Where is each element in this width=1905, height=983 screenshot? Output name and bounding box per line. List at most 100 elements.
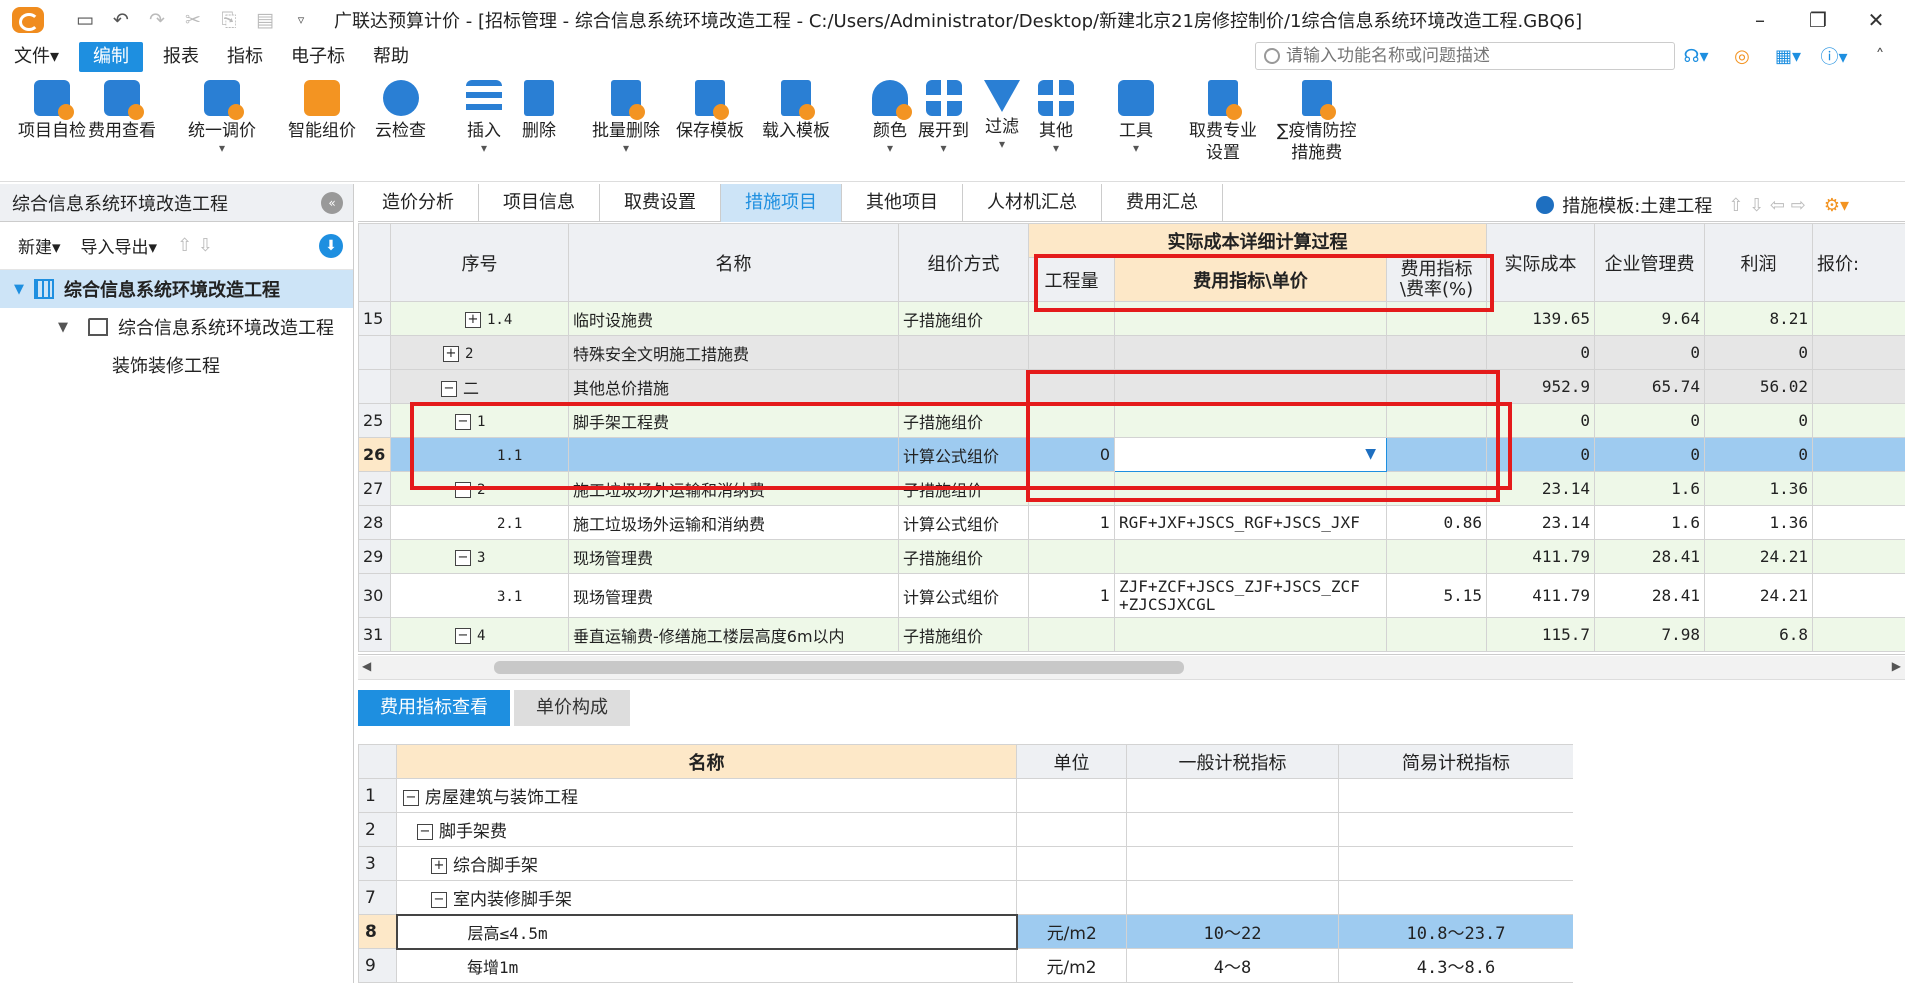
restore-button[interactable]: ❐ bbox=[1789, 0, 1847, 40]
epidemic-measures-button[interactable]: ∑疫情防控 措施费 bbox=[1277, 80, 1356, 164]
tab-unit-price-composition[interactable]: 单价构成 bbox=[514, 690, 630, 726]
rate-cell[interactable] bbox=[1386, 301, 1487, 336]
collapse-minus-icon[interactable]: − bbox=[455, 627, 471, 644]
menu-help[interactable]: 帮助 bbox=[359, 42, 423, 72]
col-fee-rate[interactable]: 费用指标\费率(%) bbox=[1386, 257, 1487, 302]
qty-cell[interactable]: 0 bbox=[1028, 437, 1115, 472]
rate-cell[interactable] bbox=[1386, 369, 1487, 404]
service-icon[interactable]: ◎ bbox=[1727, 44, 1757, 68]
new-button[interactable]: 新建▾ bbox=[18, 233, 61, 258]
rate-cell[interactable] bbox=[1386, 471, 1487, 506]
delete-button[interactable]: 删除 bbox=[522, 80, 556, 142]
customize-icon[interactable]: ▿ bbox=[290, 13, 312, 28]
table-row[interactable]: 30 3.1 现场管理费 计算公式组价 1 ZJF+ZCF+JSCS_ZJF+J… bbox=[358, 573, 1905, 618]
collapse-minus-icon[interactable]: − bbox=[441, 381, 457, 397]
project-check-button[interactable]: 项目自检 bbox=[18, 80, 86, 142]
qty-cell[interactable] bbox=[1028, 539, 1115, 574]
menu-file[interactable]: 文件▾ bbox=[0, 42, 73, 72]
scrollbar-thumb[interactable] bbox=[494, 661, 1184, 674]
expand-plus-icon[interactable]: + bbox=[431, 858, 447, 874]
rate-cell[interactable]: 0.86 bbox=[1386, 505, 1487, 540]
tab-labor-material[interactable]: 人材机汇总 bbox=[963, 184, 1102, 222]
tab-measures[interactable]: 措施项目 bbox=[721, 184, 842, 222]
qty-cell[interactable]: 1 bbox=[1028, 505, 1115, 540]
tab-fee-summary[interactable]: 费用汇总 bbox=[1102, 184, 1223, 222]
col-name[interactable]: 名称 bbox=[568, 223, 899, 302]
index-cell[interactable] bbox=[1114, 539, 1387, 574]
qty-cell[interactable]: 1 bbox=[1028, 573, 1115, 618]
index-cell[interactable] bbox=[1114, 335, 1387, 370]
search-input[interactable] bbox=[1286, 46, 1656, 66]
table-row[interactable]: 9 每增1m 元/m2 4～8 4.3～8.6 bbox=[358, 948, 1573, 983]
table-row[interactable]: 29 −3 现场管理费 子措施组价 411.79 28.41 24.21 4 bbox=[358, 539, 1905, 574]
rate-cell[interactable] bbox=[1386, 539, 1487, 574]
paste-icon[interactable]: ▤ bbox=[254, 9, 276, 31]
rate-cell[interactable] bbox=[1386, 335, 1487, 370]
scroll-right-icon[interactable]: ▶ bbox=[1892, 659, 1901, 673]
tab-fee-settings[interactable]: 取费设置 bbox=[600, 184, 721, 222]
measure-template-label[interactable]: 措施模板:土建工程 bbox=[1562, 192, 1712, 218]
expand-plus-icon[interactable]: + bbox=[465, 311, 481, 328]
col-name[interactable]: 名称 bbox=[396, 744, 1017, 779]
tree-node-project[interactable]: ▼ 综合信息系统环境改造工程 bbox=[0, 270, 353, 308]
import-export-button[interactable]: 导入导出▾ bbox=[81, 233, 158, 258]
expand-plus-icon[interactable]: + bbox=[443, 345, 459, 362]
info-icon[interactable]: ⓘ▾ bbox=[1819, 44, 1849, 68]
table-row[interactable]: +2 特殊安全文明施工措施费 0 0 0 bbox=[358, 335, 1905, 370]
tree-node-unit-project[interactable]: 装饰装修工程 bbox=[0, 346, 353, 384]
col-unit[interactable]: 单位 bbox=[1016, 744, 1127, 779]
qty-cell[interactable] bbox=[1028, 335, 1115, 370]
table-row[interactable]: 31 −4 垂直运输费-修缮施工楼层高度6m以内 子措施组价 115.7 7.9… bbox=[358, 617, 1905, 652]
horizontal-scrollbar[interactable]: ◀ ▶ bbox=[358, 656, 1905, 680]
apps-grid-icon[interactable]: ▦▾ bbox=[1773, 44, 1803, 68]
qty-cell[interactable] bbox=[1028, 369, 1115, 404]
tab-other-items[interactable]: 其他项目 bbox=[842, 184, 963, 222]
cut-icon[interactable]: ✂ bbox=[182, 9, 204, 31]
index-cell[interactable] bbox=[1114, 369, 1387, 404]
collapse-minus-icon[interactable]: − bbox=[455, 549, 471, 566]
table-row[interactable]: 28 2.1 施工垃圾场外运输和消纳费 计算公式组价 1 RGF+JXF+JSC… bbox=[358, 505, 1905, 540]
qty-cell[interactable] bbox=[1028, 617, 1115, 652]
expand-to-button[interactable]: 展开到 ▾ bbox=[918, 80, 969, 154]
save-template-button[interactable]: 保存模板 bbox=[676, 80, 744, 142]
copy-icon[interactable]: ⎘ bbox=[218, 9, 240, 31]
dropdown-arrow-icon[interactable]: ▼ bbox=[1365, 446, 1376, 462]
settings-icon[interactable]: ⚙▾ bbox=[1824, 195, 1849, 216]
col-method[interactable]: 组价方式 bbox=[898, 223, 1029, 302]
unified-adjust-button[interactable]: 统一调价 ▾ bbox=[188, 80, 256, 154]
tools-button[interactable]: 工具 ▾ bbox=[1118, 80, 1154, 154]
col-actual-cost[interactable]: 实际成本 bbox=[1486, 223, 1595, 302]
index-cell[interactable] bbox=[1114, 301, 1387, 336]
filter-button[interactable]: 过滤 ▾ bbox=[984, 80, 1020, 150]
headset-icon[interactable]: ☊▾ bbox=[1681, 44, 1711, 68]
col-qty[interactable]: 工程量 bbox=[1028, 257, 1115, 302]
index-cell[interactable]: RGF+JXF+JSCS_RGF+JSCS_JXF bbox=[1114, 505, 1387, 540]
rate-cell[interactable] bbox=[1386, 617, 1487, 652]
collapse-minus-icon[interactable]: − bbox=[417, 824, 433, 840]
cloud-check-button[interactable]: 云检查 bbox=[375, 80, 426, 142]
collapse-minus-icon[interactable]: − bbox=[455, 413, 471, 430]
collapse-panel-icon[interactable]: « bbox=[321, 192, 343, 214]
table-row[interactable]: 25 −1 脚手架工程费 子措施组价 0 0 0 bbox=[358, 403, 1905, 438]
tab-fee-index-view[interactable]: 费用指标查看 bbox=[358, 690, 510, 726]
index-cell[interactable] bbox=[1114, 471, 1387, 506]
qty-cell[interactable] bbox=[1028, 471, 1115, 506]
collapse-minus-icon[interactable]: − bbox=[403, 790, 419, 806]
table-row-selected[interactable]: 8 层高≤4.5m 元/m2 10～22 10.8～23.7 bbox=[358, 913, 1573, 950]
color-button[interactable]: 颜色 ▾ bbox=[872, 80, 912, 154]
rate-cell[interactable]: 5.15 bbox=[1386, 573, 1487, 618]
close-button[interactable]: ✕ bbox=[1847, 0, 1905, 40]
table-row[interactable]: −二 其他总价措施 952.9 65.74 56.02 10 bbox=[358, 369, 1905, 404]
cost-view-button[interactable]: 费用查看 bbox=[88, 80, 156, 142]
download-icon[interactable]: ⬇ bbox=[319, 234, 343, 258]
index-cell[interactable] bbox=[1114, 403, 1387, 438]
rate-cell[interactable] bbox=[1386, 403, 1487, 438]
col-fee-index[interactable]: 费用指标\单价 bbox=[1114, 257, 1387, 302]
other-button[interactable]: 其他 ▾ bbox=[1038, 80, 1074, 154]
load-template-button[interactable]: 载入模板 bbox=[762, 80, 830, 142]
menu-ebid[interactable]: 电子标 bbox=[277, 42, 359, 72]
collapse-minus-icon[interactable]: − bbox=[431, 891, 447, 908]
col-general-tax-index[interactable]: 一般计税指标 bbox=[1126, 744, 1339, 779]
col-profit[interactable]: 利润 bbox=[1704, 223, 1813, 302]
menu-report[interactable]: 报表 bbox=[149, 42, 213, 72]
